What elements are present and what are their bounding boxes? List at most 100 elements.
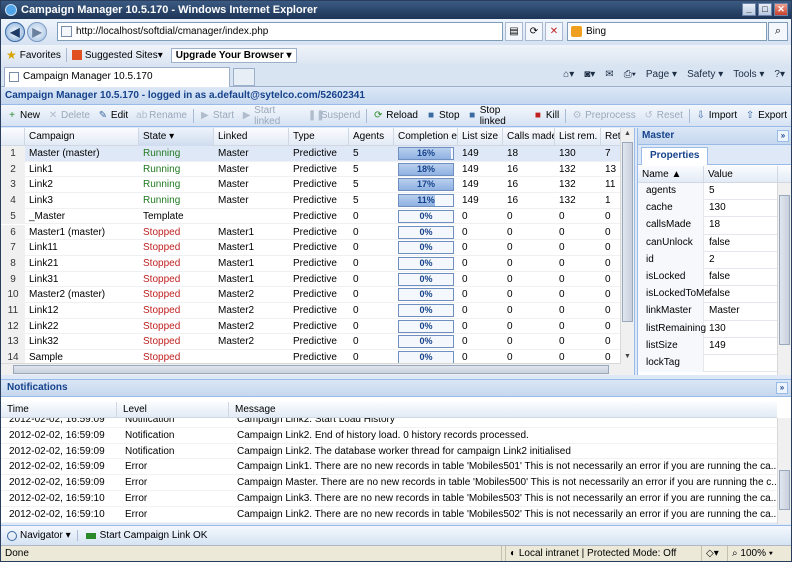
table-row[interactable]: 2 Link1 Running Master Predictive 5 18% 149 16 13… [1, 161, 621, 178]
table-row[interactable]: 10 Master2 (master) Stopped Master2 Predicti… [1, 287, 621, 303]
home-icon[interactable]: ⌂▾ [563, 69, 574, 80]
url-input[interactable]: http://localhost/softdial/cmanager/index… [57, 22, 503, 41]
table-row[interactable]: 7 Link11 Stopped Master1 Predictive 0 0% 0 0 0 0 [1, 240, 621, 256]
hscroll-thumb[interactable] [13, 365, 609, 374]
property-row[interactable]: canUnlock false [638, 234, 778, 252]
notification-row[interactable]: 2012-02-02, 16:59:09 Notification Campaign… [1, 418, 777, 428]
collapse-panel-icon[interactable]: » [777, 130, 789, 142]
feeds-icon[interactable]: ◙▾ [584, 69, 595, 80]
col-type[interactable]: Type [289, 128, 349, 146]
start-button[interactable]: ▶ Start [196, 106, 238, 126]
col-calls-made[interactable]: Calls made [503, 128, 555, 146]
page-menu[interactable]: Page ▾ [646, 69, 677, 80]
property-row[interactable]: lockTag [638, 355, 778, 373]
collapse-notifications-icon[interactable]: » [776, 382, 788, 394]
rename-button[interactable]: ab Rename [132, 106, 191, 126]
property-row[interactable]: cache 130 [638, 200, 778, 218]
tools-menu[interactable]: Tools ▾ [733, 69, 764, 80]
property-row[interactable]: listSize 149 [638, 337, 778, 355]
col-level[interactable]: Level [117, 402, 229, 418]
suspend-button[interactable]: ❚❚ Suspend [304, 106, 364, 126]
safety-menu[interactable]: Safety ▾ [687, 69, 723, 80]
suggested-sites-link[interactable]: Suggested Sites ▾ [71, 50, 163, 61]
scroll-up-icon[interactable]: ▲ [622, 128, 633, 140]
import-button[interactable]: ⇩ Import [692, 106, 741, 126]
reload-button[interactable]: ⟳ Reload [369, 106, 422, 126]
property-row[interactable]: agents 5 [638, 183, 778, 201]
table-row[interactable]: 11 Link12 Stopped Master2 Predictive 0 0% 0 0 0 0 [1, 303, 621, 319]
zoom-control[interactable]: ⌕ 100% ▾ [727, 546, 791, 561]
kill-button[interactable]: ■ Kill [529, 106, 563, 126]
minimize-button[interactable]: _ [742, 3, 756, 16]
notification-row[interactable]: 2012-02-02, 16:59:09 Notification Campaign… [1, 428, 777, 444]
delete-button[interactable]: ✕ Delete [44, 106, 94, 126]
favorites-button[interactable]: Favorites [20, 50, 61, 61]
properties-scrollbar[interactable] [777, 183, 791, 375]
table-row[interactable]: 4 Link3 Running Master Predictive 5 11% 149 16 13… [1, 193, 621, 209]
notifications-scrollbar[interactable] [777, 418, 791, 524]
close-button[interactable]: ✕ [774, 3, 788, 16]
col-agents[interactable]: Agents [349, 128, 394, 146]
col-list-rem[interactable]: List rem. [555, 128, 601, 146]
mail-icon[interactable]: ✉ [605, 69, 613, 80]
reset-button[interactable]: ↺ Reset [640, 106, 687, 126]
zone-status[interactable]: ◐ Local intranet | Protected Mode: Off [505, 546, 701, 561]
maximize-button[interactable]: □ [758, 3, 772, 16]
col-name[interactable]: Name ▲ [638, 166, 704, 183]
grid-vertical-scrollbar[interactable]: ▲ ▼ [620, 128, 634, 375]
col-state[interactable]: State ▾ [139, 128, 214, 146]
upgrade-browser-link[interactable]: Upgrade Your Browser ▾ [170, 47, 297, 63]
table-row[interactable]: 9 Link31 Stopped Master1 Predictive 0 0% 0 0 0 0 [1, 271, 621, 288]
export-button[interactable]: ⇧ Export [741, 106, 791, 126]
table-row[interactable]: 5 _Master Template Predictive 0 0% 0 0 0 0 [1, 208, 621, 225]
col-linked[interactable]: Linked [214, 128, 289, 146]
col-completion-est[interactable]: Completion est. [394, 128, 458, 146]
property-row[interactable]: isLocked false [638, 269, 778, 287]
stop-button[interactable]: ■ Stop [422, 106, 464, 126]
property-row[interactable]: isLockedToMe false [638, 286, 778, 304]
notification-row[interactable]: 2012-02-02, 16:59:10 Error Campaign Link2.… [1, 507, 777, 523]
protected-mode-icon[interactable]: ◇▾ [701, 546, 727, 561]
search-icon[interactable]: ⌕ [768, 22, 788, 41]
notifications-scroll-thumb[interactable] [779, 470, 790, 510]
compatibility-icon[interactable]: ▤ [505, 22, 523, 41]
forward-button[interactable]: ▶ [27, 22, 47, 42]
stop-icon[interactable]: ✕ [545, 22, 563, 41]
col-time[interactable]: Time [1, 402, 117, 418]
browser-tab[interactable]: Campaign Manager 10.5.170 [4, 67, 230, 87]
col-message[interactable]: Message [229, 402, 777, 418]
preprocess-button[interactable]: ⚙ Preprocess [568, 106, 640, 126]
property-row[interactable]: callsMade 18 [638, 217, 778, 235]
help-icon[interactable]: ?▾ [774, 69, 785, 80]
property-row[interactable]: listRemaining 130 [638, 320, 778, 338]
col-list-size[interactable]: List size [458, 128, 503, 146]
table-row[interactable]: 12 Link22 Stopped Master2 Predictive 0 0% 0 0 0 0 [1, 318, 621, 335]
new-tab-button[interactable] [233, 68, 255, 86]
new-button[interactable]: + New [3, 106, 44, 126]
table-row[interactable]: 13 Link32 Stopped Master2 Predictive 0 0% 0 0 0 0 [1, 334, 621, 351]
table-row[interactable]: 3 Link2 Running Master Predictive 5 17% 149 16 13… [1, 177, 621, 194]
navigator-button[interactable]: Navigator ▾ [1, 530, 77, 541]
tab-properties[interactable]: Properties [641, 147, 709, 165]
notification-row[interactable]: 2012-02-02, 16:59:09 Notification Campaign… [1, 444, 777, 460]
properties-scroll-thumb[interactable] [779, 195, 790, 345]
stop-linked-button[interactable]: ■ Stop linked [464, 105, 529, 127]
grid-horizontal-scrollbar[interactable] [1, 363, 621, 375]
table-row[interactable]: 6 Master1 (master) Stopped Master1 Predictiv… [1, 224, 621, 241]
scroll-down-icon[interactable]: ▼ [622, 351, 633, 363]
start-linked-button[interactable]: ▶ Start linked [238, 105, 304, 127]
property-row[interactable]: id 2 [638, 251, 778, 269]
col-value[interactable]: Value [704, 166, 778, 183]
refresh-icon[interactable]: ⟳ [525, 22, 543, 41]
col-campaign[interactable]: Campaign [25, 128, 139, 146]
print-icon[interactable]: ⎙▾ [624, 69, 636, 80]
back-button[interactable]: ◀ [5, 22, 25, 42]
table-row[interactable]: 8 Link21 Stopped Master1 Predictive 0 0% 0 0 0 0 [1, 255, 621, 272]
notification-row[interactable]: 2012-02-02, 16:59:09 Error Campaign Link1.… [1, 459, 777, 476]
search-input[interactable]: Bing [567, 22, 767, 41]
table-row[interactable]: 1 Master (master) Running Master Predictive 5… [1, 146, 621, 162]
notification-row[interactable]: 2012-02-02, 16:59:09 Error Campaign Master… [1, 475, 777, 491]
notification-row[interactable]: 2012-02-02, 16:59:10 Error Campaign Link3.… [1, 491, 777, 507]
property-row[interactable]: linkMaster Master [638, 303, 778, 321]
edit-button[interactable]: ✎ Edit [94, 106, 132, 126]
